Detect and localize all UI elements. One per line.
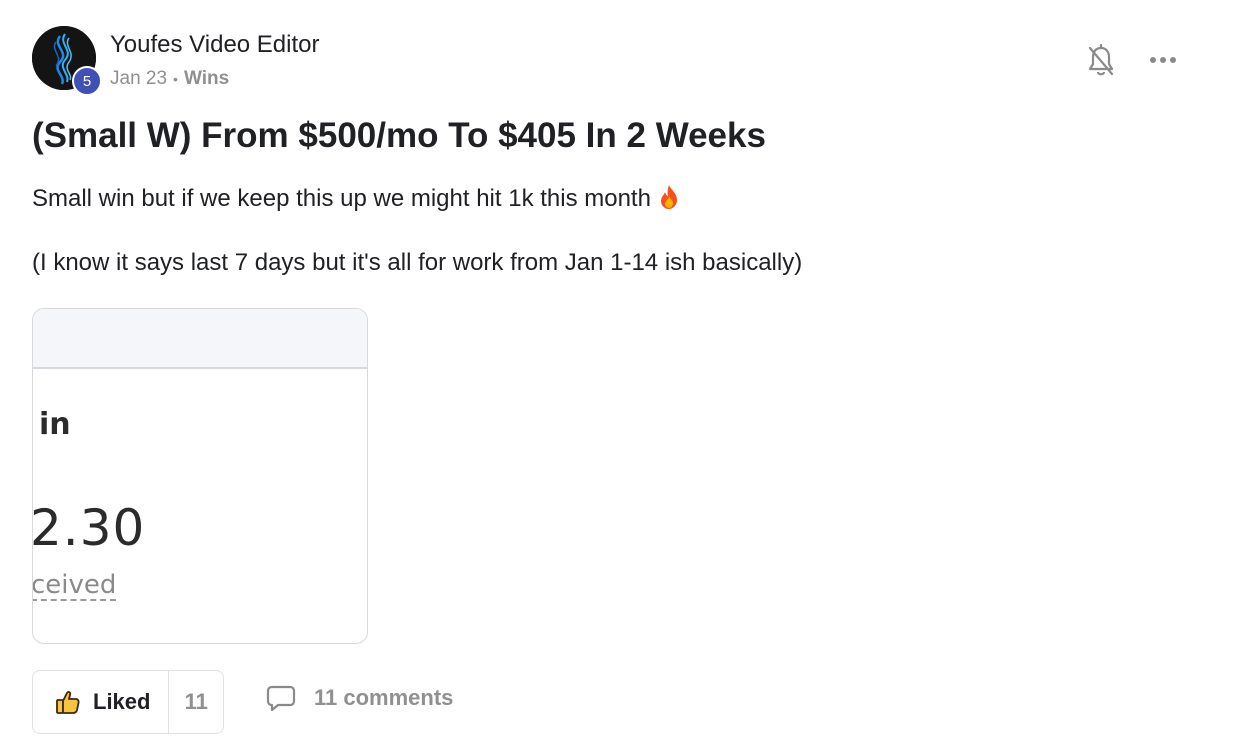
attachment-label: in bbox=[39, 407, 71, 442]
like-label: Liked bbox=[93, 689, 151, 714]
post-category[interactable]: Wins bbox=[184, 68, 229, 90]
post-card: 5 Youfes Video Editor Jan 23 • Wins (Sma… bbox=[0, 0, 1238, 750]
more-options-icon[interactable] bbox=[1148, 50, 1180, 70]
post-date[interactable]: Jan 23 bbox=[110, 68, 167, 90]
level-badge: 5 bbox=[72, 66, 102, 96]
attachment-subtext: ceived bbox=[32, 570, 117, 601]
author-name[interactable]: Youfes Video Editor bbox=[110, 31, 320, 59]
fire-icon bbox=[657, 184, 681, 210]
comments-link[interactable]: 11 comments bbox=[266, 684, 453, 712]
paragraph-1-text: Small win but if we keep this up we migh… bbox=[32, 185, 651, 212]
post-title: (Small W) From $500/mo To $405 In 2 Week… bbox=[32, 116, 766, 155]
attachment-amount: 2.30 bbox=[32, 499, 146, 557]
comment-icon bbox=[266, 685, 296, 712]
meta-separator: • bbox=[173, 71, 178, 87]
like-count[interactable]: 11 bbox=[169, 689, 223, 715]
like-button[interactable]: Liked bbox=[33, 671, 170, 733]
bell-off-icon[interactable] bbox=[1086, 43, 1116, 78]
like-control: Liked 11 bbox=[32, 670, 224, 734]
post-paragraph-1: Small win but if we keep this up we migh… bbox=[32, 184, 681, 213]
post-paragraph-2: (I know it says last 7 days but it's all… bbox=[32, 249, 803, 276]
thumbs-up-icon bbox=[56, 691, 80, 714]
post-meta: Jan 23 • Wins bbox=[110, 68, 229, 90]
attachment-image[interactable]: in 2.30 ceived bbox=[32, 308, 368, 644]
comments-count-label: 11 comments bbox=[314, 685, 454, 710]
attachment-header-bar bbox=[33, 309, 367, 369]
